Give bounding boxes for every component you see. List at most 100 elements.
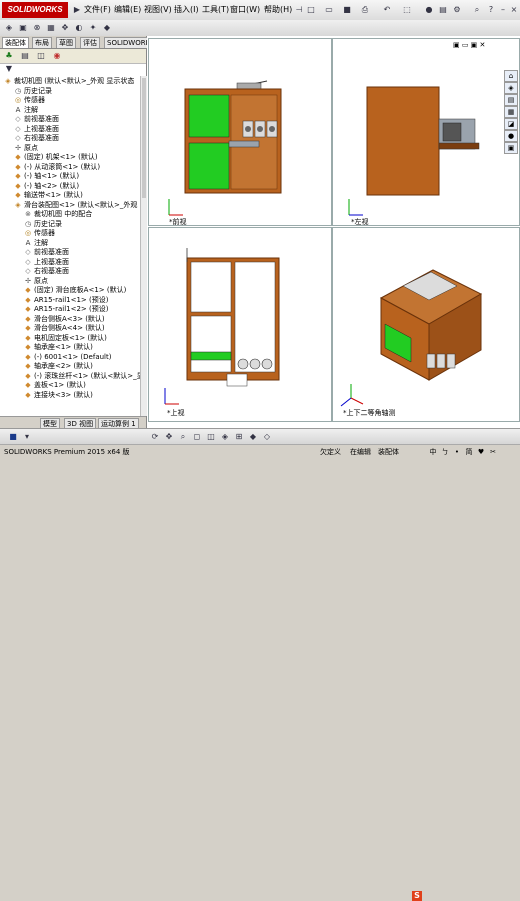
tree-node[interactable]: ◆ 电机固定板<1> (默认) [24, 333, 107, 343]
scrollbar-thumb[interactable] [142, 78, 146, 198]
tree-node[interactable]: ◆ 盖板<1> (默认) [24, 380, 86, 390]
tree-node[interactable]: ◆ (-) 滚珠丝杆<1> (默认<默认>_显 [24, 371, 140, 381]
wireframe-icon[interactable]: ◇ [262, 432, 272, 442]
feature-tree-icon[interactable]: ♣ [4, 51, 14, 61]
select-icon[interactable]: ⬚ [402, 5, 412, 15]
graphics-area[interactable]: ⊕ ⊞ ↺ ◧ ❒ ◪ ◇ ● ◓ ▭ *前视 [147, 36, 520, 428]
ime-bopomofo-icon[interactable]: ㄅ [440, 448, 450, 457]
assembly-icon[interactable]: ◈ [4, 23, 14, 33]
file-explorer-icon[interactable]: ▦ [504, 106, 518, 118]
ime-tool-icon[interactable]: ✂ [488, 448, 498, 457]
ime-skin-icon[interactable]: ♥ [476, 448, 486, 457]
tree-node[interactable]: ◇ 前视基准面 [24, 247, 69, 257]
tree-node[interactable]: ◆ AR15-rail1<1> (预设) [24, 295, 108, 305]
tree-node[interactable]: ◆ AR15-rail1<2> (预设) [24, 304, 108, 314]
menu-insert[interactable]: 插入(I) [174, 4, 199, 16]
solidworks-logo[interactable]: SOLIDWORKS [2, 2, 68, 18]
dropdown-arrow-icon[interactable]: ▾ [22, 432, 32, 442]
tab-sketch[interactable]: 草图 [56, 37, 76, 48]
save-icon[interactable]: ■ [8, 432, 18, 442]
insert-component-icon[interactable]: ▣ [18, 23, 28, 33]
file-properties-icon[interactable]: ▤ [438, 5, 448, 15]
open-icon[interactable]: ▭ [324, 5, 334, 15]
tree-node[interactable]: ◎ 传感器 [24, 228, 55, 238]
save-icon[interactable]: ■ [342, 5, 352, 15]
viewport-left[interactable]: ▣ ▭ ▣ ✕ *左视 [332, 38, 520, 226]
pan-icon[interactable]: ✥ [164, 432, 174, 442]
rotate-view-icon[interactable]: ⟳ [150, 432, 160, 442]
tree-node[interactable]: A 注解 [24, 238, 48, 248]
tree-node[interactable]: ◷ 历史记录 [14, 86, 52, 96]
menu-tools[interactable]: 工具(T) [202, 4, 229, 16]
viewport-isometric[interactable]: *上下二等角轴测 [332, 227, 520, 422]
four-view-icon[interactable]: ⊞ [234, 432, 244, 442]
pin-icon[interactable]: ⊣ [294, 5, 304, 15]
filter-bar[interactable]: ▼ [0, 64, 146, 74]
tree-node[interactable]: ◆ 轴承座<1> (默认) [24, 342, 93, 352]
menu-view[interactable]: 视图(V) [144, 4, 172, 16]
tree-node[interactable]: ⊗ 裁切机图 中的配合 [24, 209, 92, 219]
appearances-icon[interactable]: ● [504, 130, 518, 142]
design-library-icon[interactable]: ▤ [504, 94, 518, 106]
tree-node[interactable]: ◆ (固定) 机架<1> (默认) [14, 152, 97, 162]
tree-node[interactable]: ◆ 轴承座<2> (默认) [24, 361, 93, 371]
print-icon[interactable]: ⎙ [360, 5, 370, 15]
isometric-view-icon[interactable]: ◈ [220, 432, 230, 442]
display-manager-icon[interactable]: ◉ [52, 51, 62, 61]
close-icon[interactable]: × [509, 5, 519, 15]
property-manager-icon[interactable]: ▤ [20, 51, 30, 61]
tab-evaluate[interactable]: 评估 [80, 37, 100, 48]
tree-node[interactable]: ◆ (-) 轴<1> (默认) [14, 171, 79, 181]
tab-assembly[interactable]: 装配体 [2, 37, 29, 48]
viewport-front[interactable]: *前视 [148, 38, 332, 226]
filter-icon[interactable]: ▼ [4, 64, 14, 74]
minimize-icon[interactable]: – [498, 5, 508, 15]
tree-node[interactable]: ◎ 传感器 [14, 95, 45, 105]
tree-node[interactable]: ◈ 滑台装配图<1> (默认<默认>_外观 [14, 200, 137, 210]
tree-node[interactable]: ◆ 滑台侧板A<3> (默认) [24, 314, 104, 324]
ime-logo-icon[interactable]: S [412, 891, 422, 901]
tree-node[interactable]: A 注解 [14, 105, 38, 115]
help-icon[interactable]: ? [486, 5, 496, 15]
shaded-icon[interactable]: ◆ [248, 432, 258, 442]
menu-help[interactable]: 帮助(H) [264, 4, 292, 16]
tree-node[interactable]: ◆ 输送带<1> (默认) [14, 190, 83, 200]
configuration-icon[interactable]: ◫ [36, 51, 46, 61]
menu-edit[interactable]: 编辑(E) [114, 4, 141, 16]
move-component-icon[interactable]: ✥ [60, 23, 70, 33]
custom-properties-icon[interactable]: ▣ [504, 142, 518, 154]
viewport-top[interactable]: *上视 [148, 227, 332, 422]
tree-node[interactable]: ◆ 连接块<3> (默认) [24, 390, 93, 400]
tree-node[interactable]: ◷ 历史记录 [24, 219, 62, 229]
instant3d-icon[interactable]: ◆ [102, 23, 112, 33]
new-document-icon[interactable]: □ [306, 5, 316, 15]
mate-icon[interactable]: ⊗ [32, 23, 42, 33]
zoom-icon[interactable]: ⌕ [178, 432, 188, 442]
pattern-icon[interactable]: ▦ [46, 23, 56, 33]
play-icon[interactable]: ▶ [72, 5, 82, 15]
view-palette-icon[interactable]: ◪ [504, 118, 518, 130]
tree-node[interactable]: ◆ (-) 轴<2> (默认) [14, 181, 79, 191]
resources-icon[interactable]: ◈ [504, 82, 518, 94]
ime-simplified-toggle[interactable]: 简 [464, 448, 474, 457]
menu-window[interactable]: 窗口(W) [230, 4, 260, 16]
tree-node[interactable]: ◆ (固定) 滑台底板A<1> (默认) [24, 285, 126, 295]
front-view-icon[interactable]: ◻ [192, 432, 202, 442]
tab-layout[interactable]: 布局 [32, 37, 52, 48]
rebuild-icon[interactable]: ● [424, 5, 434, 15]
tree-node[interactable]: ◇ 右视基准面 [14, 133, 59, 143]
menu-file[interactable]: 文件(F) [84, 4, 111, 16]
tree-node[interactable]: ◇ 上视基准面 [24, 257, 69, 267]
home-icon[interactable]: ⌂ [504, 70, 518, 82]
tree-node[interactable]: ◆ 滑台侧板A<4> (默认) [24, 323, 104, 333]
ime-punctuation-icon[interactable]: • [452, 448, 462, 457]
top-view-icon[interactable]: ◫ [206, 432, 216, 442]
tree-scrollbar[interactable] [140, 76, 147, 416]
search-icon[interactable]: ⌕ [472, 5, 482, 15]
undo-icon[interactable]: ↶ [382, 5, 392, 15]
options-icon[interactable]: ⚙ [452, 5, 462, 15]
tree-node[interactable]: ◇ 上视基准面 [14, 124, 59, 134]
tree-node[interactable]: ◇ 前视基准面 [14, 114, 59, 124]
tab-addins[interactable]: SOLIDWORKS 插件 [104, 37, 148, 48]
tree-node[interactable]: ✢ 原点 [24, 276, 48, 286]
